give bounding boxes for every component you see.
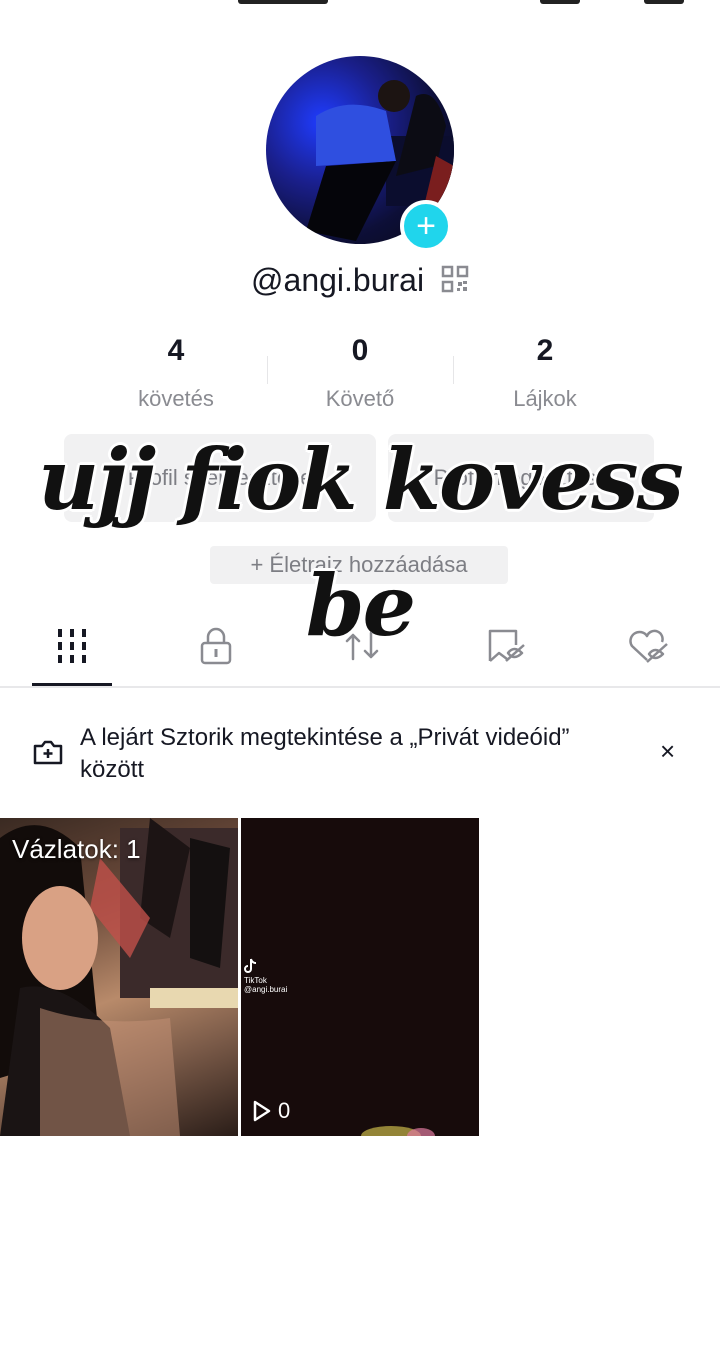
followers-count: 0 (351, 334, 369, 367)
tab-favorites[interactable] (466, 626, 546, 670)
watermark-user: @angi.burai (244, 985, 288, 994)
watermark-brand: TikTok (244, 976, 267, 985)
repost-icon (343, 627, 381, 670)
drafts-label: Vázlatok: 1 (12, 834, 141, 864)
username-text: @angi.burai (251, 262, 425, 298)
likes-count: 2 (536, 334, 554, 367)
stat-following[interactable]: 4 követés (86, 334, 266, 412)
videos-grid-icon (56, 628, 88, 668)
qr-code-icon[interactable] (441, 264, 469, 301)
likes-label: Lájkok (513, 386, 577, 411)
stat-likes[interactable]: 2 Lájkok (455, 334, 635, 412)
add-story-plus-icon[interactable]: + (400, 200, 452, 252)
stat-followers[interactable]: 0 Követő (270, 334, 450, 412)
tab-liked[interactable] (608, 626, 688, 670)
following-count: 4 (167, 334, 185, 367)
stat-divider (267, 356, 268, 384)
tab-videos[interactable] (32, 626, 112, 670)
profile-username: @angi.burai (0, 262, 720, 301)
draft-video-thumbnail[interactable] (0, 818, 238, 1136)
tab-private[interactable] (176, 626, 256, 670)
followers-label: Követő (325, 386, 395, 411)
liked-hidden-icon (627, 628, 669, 669)
lock-icon (199, 627, 233, 670)
following-label: követés (138, 386, 214, 411)
stat-divider (453, 356, 454, 384)
expired-stories-notice: A lejárt Sztorik megtekintése a „Privát … (80, 724, 570, 783)
tabs-border (0, 686, 720, 688)
close-icon[interactable]: × (660, 736, 675, 767)
tiktok-logo-icon (244, 958, 257, 973)
tab-reposts[interactable] (322, 626, 402, 670)
overlay-line-1: ujj fiok kovess (38, 430, 684, 529)
tiktok-watermark: TikTok @angi.burai (244, 958, 287, 994)
view-count: 0 (252, 1098, 290, 1124)
overlay-caption: ujj fiok kovess be (0, 436, 720, 650)
view-count-value: 0 (278, 1098, 291, 1123)
favorites-icon (486, 627, 526, 670)
camera-plus-icon (32, 738, 64, 771)
top-bar-remnant (0, 0, 720, 8)
play-icon (253, 1100, 271, 1122)
